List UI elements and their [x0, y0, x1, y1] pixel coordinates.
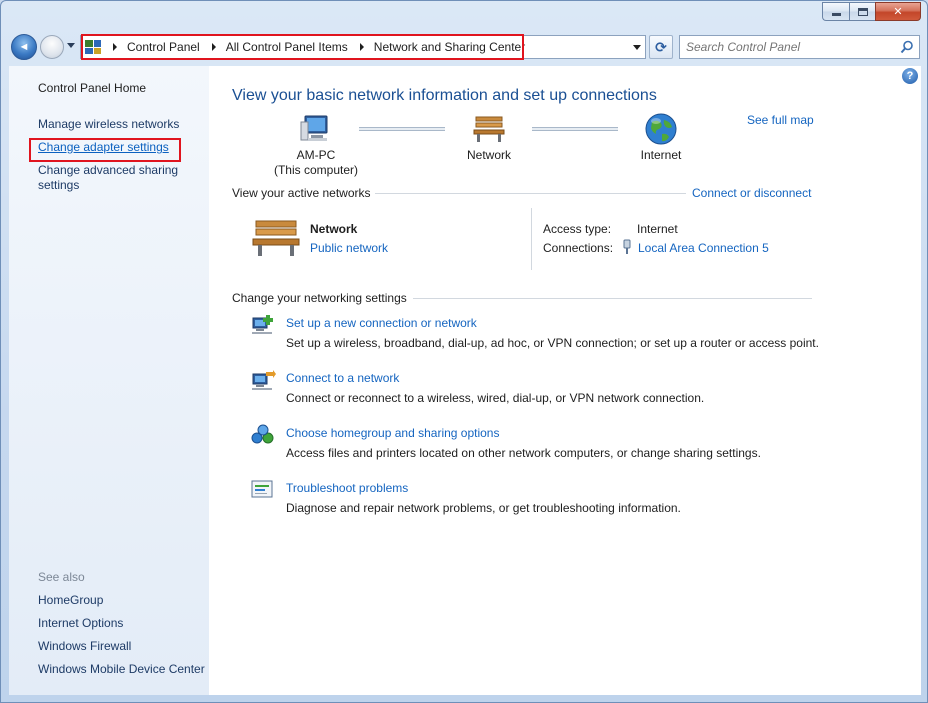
caption-buttons: ✕: [822, 2, 921, 21]
back-button[interactable]: ◄: [11, 34, 37, 60]
content-pane: ? View your basic network information an…: [209, 66, 921, 695]
ethernet-icon: [623, 239, 631, 254]
breadcrumb-label: Network and Sharing Center: [373, 40, 526, 54]
computer-name: AM-PC: [296, 148, 336, 162]
minimize-button[interactable]: [822, 2, 849, 21]
close-icon: ✕: [893, 6, 903, 18]
section-divider: [413, 298, 812, 299]
connect-network-desc: Connect or reconnect to a wireless, wire…: [286, 391, 705, 405]
windows-mobile-device-center-link[interactable]: Windows Mobile Device Center: [38, 662, 205, 676]
see-full-map-link[interactable]: See full map: [747, 113, 814, 127]
breadcrumb-network-sharing[interactable]: Network and Sharing Center: [348, 40, 525, 54]
local-area-connection-link[interactable]: Local Area Connection 5: [638, 241, 769, 255]
connections-label: Connections:: [543, 241, 614, 255]
network-label: Network: [466, 148, 511, 162]
section-divider: [375, 193, 686, 194]
map-connector-line: [359, 127, 445, 131]
setup-connection-link[interactable]: Set up a new connection or network: [286, 316, 477, 330]
map-connector-line: [532, 127, 618, 131]
computer-sub: (This computer): [273, 163, 359, 177]
change-advanced-sharing-link[interactable]: Change advanced sharing settings: [38, 163, 198, 193]
chevron-right-icon: [211, 43, 216, 51]
troubleshoot-link[interactable]: Troubleshoot problems: [286, 481, 408, 495]
troubleshoot-icon: [251, 480, 273, 498]
address-dropdown-icon[interactable]: [633, 45, 641, 50]
breadcrumb-label: All Control Panel Items: [225, 40, 348, 54]
address-bar[interactable]: Control Panel All Control Panel Items Ne…: [80, 35, 646, 59]
control-panel-home-link[interactable]: Control Panel Home: [38, 81, 146, 95]
search-input[interactable]: [686, 40, 896, 54]
vertical-divider: [531, 208, 532, 270]
forward-button[interactable]: [40, 35, 64, 59]
connect-network-link[interactable]: Connect to a network: [286, 371, 399, 385]
breadcrumb-all-items[interactable]: All Control Panel Items: [200, 40, 348, 54]
globe-icon: [645, 113, 677, 145]
internet-options-link[interactable]: Internet Options: [38, 616, 123, 630]
search-icon[interactable]: [900, 40, 914, 54]
help-button[interactable]: ?: [902, 68, 918, 84]
homegroup-icon: [251, 424, 274, 444]
help-icon: ?: [906, 70, 914, 82]
recent-pages-dropdown[interactable]: [67, 43, 75, 48]
troubleshoot-desc: Diagnose and repair network problems, or…: [286, 501, 681, 515]
see-also-heading: See also: [38, 570, 85, 584]
access-type-value: Internet: [637, 222, 678, 236]
map-node-computer: AM-PC (This computer): [271, 114, 361, 178]
network-type-link[interactable]: Public network: [310, 241, 388, 255]
internet-label: Internet: [640, 148, 682, 162]
chevron-right-icon: [113, 43, 117, 51]
active-network-name: Network: [310, 222, 358, 236]
close-button[interactable]: ✕: [875, 2, 921, 21]
back-arrow-icon: ◄: [18, 41, 30, 53]
new-connection-icon: [252, 315, 273, 334]
window-frame: ✕ ◄ Control Panel All Control Panel Item…: [0, 0, 928, 703]
homegroup-sharing-link[interactable]: Choose homegroup and sharing options: [286, 426, 499, 440]
maximize-icon: [857, 7, 868, 16]
connect-disconnect-link[interactable]: Connect or disconnect: [692, 186, 811, 200]
breadcrumb-label: Control Panel: [127, 40, 200, 54]
minimize-icon: [831, 13, 841, 16]
homegroup-link[interactable]: HomeGroup: [38, 593, 103, 607]
bench-icon: [473, 116, 505, 142]
adapter-settings-highlight-box: [29, 138, 181, 162]
refresh-icon: ⟳: [655, 38, 667, 55]
chevron-right-icon: [359, 43, 364, 51]
active-networks-heading: View your active networks: [232, 186, 371, 200]
maximize-button[interactable]: [849, 2, 875, 21]
homegroup-sharing-desc: Access files and printers located on oth…: [286, 446, 761, 460]
search-box[interactable]: [679, 35, 920, 59]
connect-network-icon: [252, 370, 276, 390]
page-title: View your basic network information and …: [232, 87, 657, 104]
breadcrumb-control-panel[interactable]: Control Panel: [101, 40, 200, 54]
setup-connection-desc: Set up a wireless, broadband, dial-up, a…: [286, 336, 819, 350]
control-panel-icon: [85, 40, 101, 54]
map-node-network[interactable]: Network: [449, 114, 529, 163]
windows-firewall-link[interactable]: Windows Firewall: [38, 639, 131, 653]
map-node-internet[interactable]: Internet: [621, 112, 701, 163]
refresh-button[interactable]: ⟳: [649, 35, 673, 59]
access-type-label: Access type:: [543, 222, 612, 236]
computer-icon: [300, 115, 328, 141]
settings-heading: Change your networking settings: [232, 291, 407, 305]
bench-icon: [252, 220, 300, 256]
manage-wireless-networks-link[interactable]: Manage wireless networks: [38, 117, 179, 131]
